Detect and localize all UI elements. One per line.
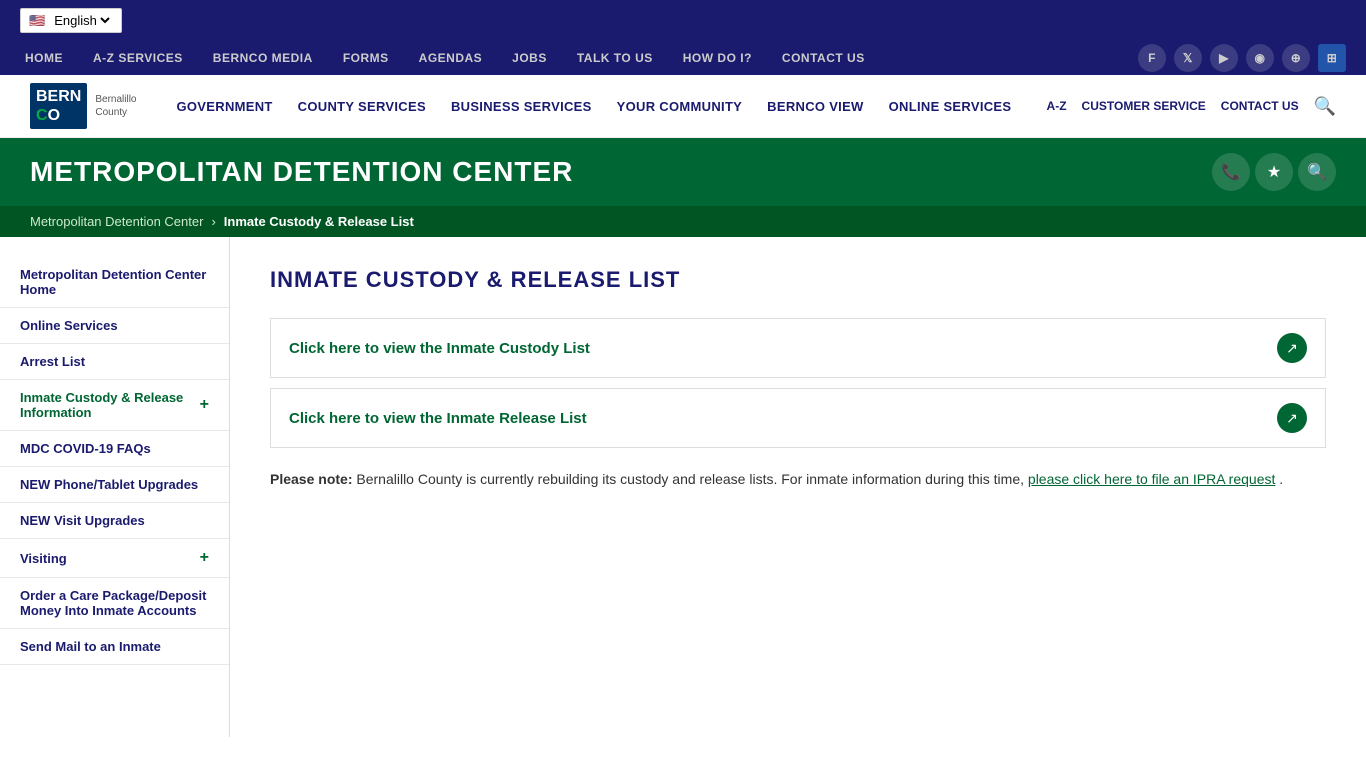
sidebar-item-phone-tablet[interactable]: NEW Phone/Tablet Upgrades xyxy=(0,467,229,503)
flag-icon: 🇺🇸 xyxy=(29,13,45,29)
nav-jobs[interactable]: JOBS xyxy=(507,41,552,75)
star-icon[interactable]: ★ xyxy=(1255,153,1293,191)
note-bold: Please note: xyxy=(270,471,352,487)
header-search-button[interactable]: 🔍 xyxy=(1314,96,1336,117)
page-title: INMATE CUSTODY & RELEASE LIST xyxy=(270,267,1326,293)
nav-az-services[interactable]: A-Z SERVICES xyxy=(88,41,188,75)
nav-county-services[interactable]: COUNTY SERVICES xyxy=(288,91,436,122)
youtube-icon[interactable]: ▶ xyxy=(1210,44,1238,72)
logo-text: BernalilloCounty xyxy=(95,93,136,119)
note-text-body: Bernalillo County is currently rebuildin… xyxy=(356,471,1028,487)
sidebar-item-visit-upgrades[interactable]: NEW Visit Upgrades xyxy=(0,503,229,539)
banner-title: METROPOLITAN DETENTION CENTER xyxy=(30,156,573,188)
note-suffix: . xyxy=(1279,471,1283,487)
phone-icon[interactable]: 📞 xyxy=(1212,153,1250,191)
expand-inmate-custody-icon[interactable]: + xyxy=(200,396,209,414)
sidebar-item-online-services[interactable]: Online Services xyxy=(0,308,229,344)
nav-government[interactable]: GOVERNMENT xyxy=(166,91,282,122)
release-list-link-box[interactable]: Click here to view the Inmate Release Li… xyxy=(270,388,1326,448)
flickr-icon[interactable]: ⊕ xyxy=(1282,44,1310,72)
green-banner: METROPOLITAN DETENTION CENTER 📞 ★ 🔍 xyxy=(0,138,1366,206)
content-wrapper: Metropolitan Detention Center Home Onlin… xyxy=(0,237,1366,737)
main-nav: GOVERNMENT COUNTY SERVICES BUSINESS SERV… xyxy=(166,91,1046,122)
main-content: INMATE CUSTODY & RELEASE LIST Click here… xyxy=(230,237,1366,737)
header-bar: BERN CO BernalilloCounty GOVERNMENT COUN… xyxy=(0,75,1366,138)
custody-list-link[interactable]: Click here to view the Inmate Custody Li… xyxy=(289,340,590,357)
nav-bar: HOME A-Z SERVICES BERNCO MEDIA FORMS AGE… xyxy=(0,41,1366,75)
expand-visiting-icon[interactable]: + xyxy=(200,549,209,567)
grid-menu-icon[interactable]: ⊞ xyxy=(1318,44,1346,72)
instagram-icon[interactable]: ◉ xyxy=(1246,44,1274,72)
logo-link[interactable]: BERN CO BernalilloCounty xyxy=(30,83,136,129)
sidebar-item-inmate-custody[interactable]: Inmate Custody & Release Information + xyxy=(0,380,229,431)
custody-link-arrow-icon: ↗ xyxy=(1277,333,1307,363)
facebook-icon[interactable]: f xyxy=(1138,44,1166,72)
nav-contact-us[interactable]: CONTACT US xyxy=(777,41,870,75)
logo-bern: BERN xyxy=(36,87,81,106)
sidebar-item-arrest-list[interactable]: Arrest List xyxy=(0,344,229,380)
sidebar-item-visiting[interactable]: Visiting + xyxy=(0,539,229,578)
logo-co: CO xyxy=(36,106,81,125)
nav-agendas[interactable]: AGENDAS xyxy=(414,41,488,75)
sidebar-item-care-package[interactable]: Order a Care Package/Deposit Money Into … xyxy=(0,578,229,629)
header-customer-service-link[interactable]: CUSTOMER SERVICE xyxy=(1082,99,1206,113)
nav-business-services[interactable]: BUSINESS SERVICES xyxy=(441,91,602,122)
utility-bar: 🇺🇸 English xyxy=(0,0,1366,41)
twitter-icon[interactable]: 𝕏 xyxy=(1174,44,1202,72)
header-az-link[interactable]: A-Z xyxy=(1047,99,1067,113)
language-selector-wrapper: 🇺🇸 English xyxy=(20,8,122,33)
release-link-arrow-icon: ↗ xyxy=(1277,403,1307,433)
sidebar-item-send-mail[interactable]: Send Mail to an Inmate xyxy=(0,629,229,665)
sidebar: Metropolitan Detention Center Home Onlin… xyxy=(0,237,230,737)
nav-how-do-i[interactable]: HOW DO I? xyxy=(678,41,757,75)
sidebar-item-mdc-covid[interactable]: MDC COVID-19 FAQs xyxy=(0,431,229,467)
nav-bernco-media[interactable]: BERNCO MEDIA xyxy=(208,41,318,75)
nav-talk-to-us[interactable]: TALK TO US xyxy=(572,41,658,75)
nav-online-services[interactable]: ONLINE SERVICES xyxy=(879,91,1022,122)
nav-forms[interactable]: FORMS xyxy=(338,41,394,75)
breadcrumb: Metropolitan Detention Center › Inmate C… xyxy=(0,206,1366,237)
nav-your-community[interactable]: YOUR COMMUNITY xyxy=(607,91,753,122)
social-links: f 𝕏 ▶ ◉ ⊕ ⊞ xyxy=(1138,44,1346,72)
breadcrumb-current: Inmate Custody & Release List xyxy=(224,214,414,229)
search-icon[interactable]: 🔍 xyxy=(1298,153,1336,191)
nav-bernco-view[interactable]: BERNCO VIEW xyxy=(757,91,873,122)
language-selector[interactable]: 🇺🇸 English xyxy=(20,8,122,33)
nav-home[interactable]: HOME xyxy=(20,41,68,75)
logo-box: BERN CO xyxy=(30,83,87,129)
custody-list-link-box[interactable]: Click here to view the Inmate Custody Li… xyxy=(270,318,1326,378)
note-paragraph: Please note: Bernalillo County is curren… xyxy=(270,468,1326,490)
ipra-request-link[interactable]: please click here to file an IPRA reques… xyxy=(1028,471,1275,487)
header-right: A-Z CUSTOMER SERVICE CONTACT US 🔍 xyxy=(1047,96,1336,117)
release-list-link[interactable]: Click here to view the Inmate Release Li… xyxy=(289,410,587,427)
sidebar-item-mdc-home[interactable]: Metropolitan Detention Center Home xyxy=(0,257,229,308)
language-dropdown[interactable]: English xyxy=(50,12,113,29)
breadcrumb-home-link[interactable]: Metropolitan Detention Center xyxy=(30,214,203,229)
banner-icons: 📞 ★ 🔍 xyxy=(1212,153,1336,191)
breadcrumb-separator: › xyxy=(211,214,215,229)
header-contact-us-link[interactable]: CONTACT US xyxy=(1221,99,1299,113)
